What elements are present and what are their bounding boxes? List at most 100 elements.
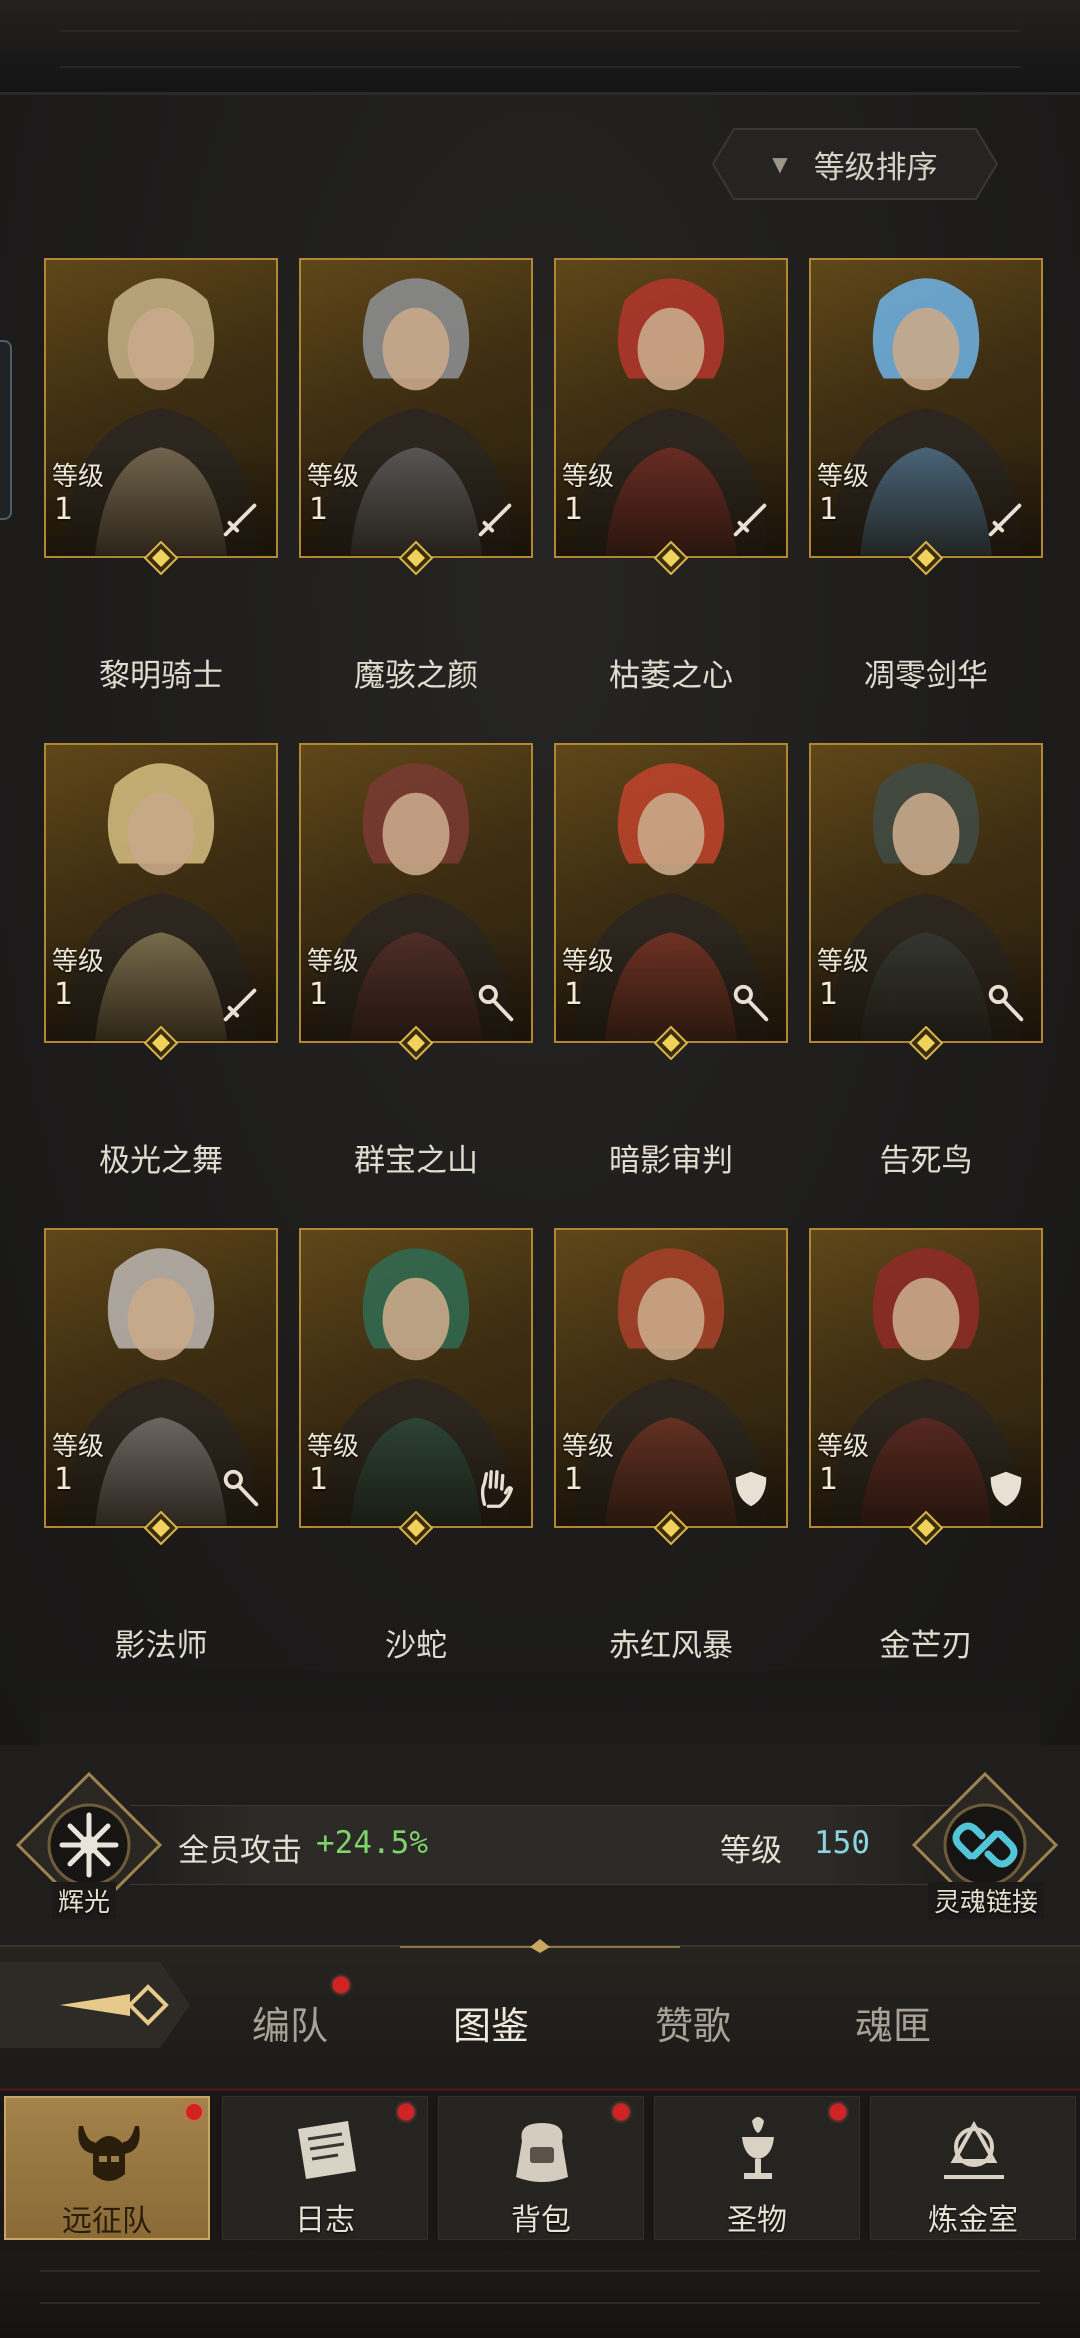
staff-icon	[988, 984, 1024, 1022]
hero-level-value: 1	[54, 977, 74, 1012]
rarity-gem-icon	[654, 1026, 688, 1060]
tab-codex[interactable]: 图鉴	[453, 1995, 529, 2050]
hero-name: 群宝之山	[354, 1143, 478, 1179]
hero-name: 影法师	[114, 1628, 208, 1664]
sword-icon	[733, 503, 767, 537]
soul-link-label: 灵魂链接	[928, 1882, 1045, 1919]
hero-level-label: 等级	[562, 462, 615, 492]
horned-helmet-icon	[78, 2126, 140, 2181]
scroll-icon	[298, 2121, 356, 2179]
hero-card[interactable]: 等级 1	[299, 743, 533, 1043]
hero-card[interactable]: 等级 1	[554, 258, 788, 558]
tab-formation[interactable]: 编队	[252, 1995, 328, 2050]
sword-icon	[223, 988, 257, 1022]
hero-level-label: 等级	[307, 462, 360, 492]
nav-backpack[interactable]: 背包	[438, 2096, 644, 2240]
nav-expedition-badge	[186, 2104, 202, 2120]
staff-icon	[478, 984, 514, 1022]
rarity-gem-icon	[399, 541, 433, 575]
nav-journal[interactable]: 日志	[222, 2096, 428, 2240]
sword-icon	[223, 503, 257, 537]
all-attack-value: +24.5%	[316, 1825, 428, 1861]
back-button[interactable]	[0, 1962, 190, 2048]
all-attack-label: 全员攻击	[178, 1833, 302, 1869]
rarity-gem-icon	[654, 541, 688, 575]
shield-icon	[990, 1471, 1022, 1507]
hero-name: 魔骇之颜	[354, 658, 478, 694]
hero-level-value: 1	[564, 977, 584, 1012]
hero-card[interactable]: 等级 1	[299, 258, 533, 558]
hero-name: 告死鸟	[879, 1143, 973, 1179]
rarity-gem-icon	[909, 541, 943, 575]
tab-formation-badge	[333, 1977, 349, 1993]
hero-name: 暗影审判	[609, 1143, 733, 1179]
hero-level-label: 等级	[562, 947, 615, 977]
sort-by-level-button[interactable]: ▼ 等级排序	[712, 128, 998, 200]
hero-name: 沙蛇	[385, 1628, 447, 1664]
hero-name: 极光之舞	[99, 1143, 223, 1179]
hero-level-label: 等级	[52, 462, 105, 492]
nav-expedition-label: 远征队	[62, 2204, 152, 2239]
hero-level-value: 1	[54, 1462, 74, 1497]
sort-label: 等级排序	[813, 149, 938, 186]
hero-card[interactable]: 等级 1	[554, 743, 788, 1043]
hero-card[interactable]: 等级 1	[44, 1228, 278, 1528]
tab-soul-box[interactable]: 魂匣	[855, 1995, 931, 2050]
alchemy-icon	[944, 2120, 1004, 2179]
hero-level-label: 等级	[817, 462, 870, 492]
hero-card[interactable]: 等级 1	[809, 743, 1043, 1043]
nav-relics-label: 圣物	[727, 2203, 787, 2238]
hero-level-value: 1	[309, 1462, 329, 1497]
hero-level-value: 1	[309, 977, 329, 1012]
rarity-gem-icon	[909, 1511, 943, 1545]
hero-row-partial	[40, 1670, 1040, 1750]
hero-level-value: 1	[54, 492, 74, 527]
hero-name: 黎明骑士	[99, 658, 223, 694]
top-decoration	[0, 0, 1080, 95]
sword-icon	[478, 503, 512, 537]
bottom-decoration	[0, 2250, 1080, 2338]
collection-level-value: 150	[814, 1825, 870, 1861]
rarity-gem-icon	[144, 1511, 178, 1545]
hero-card[interactable]: 等级 1	[809, 1228, 1043, 1528]
tab-hymn[interactable]: 赞歌	[655, 1995, 731, 2050]
hero-level-label: 等级	[52, 1432, 105, 1462]
hero-level-value: 1	[819, 977, 839, 1012]
hero-card[interactable]: 等级 1	[554, 1228, 788, 1528]
hero-level-label: 等级	[307, 947, 360, 977]
nav-journal-badge	[398, 2104, 414, 2120]
hero-level-label: 等级	[817, 1432, 870, 1462]
hero-level-label: 等级	[307, 1432, 360, 1462]
nav-relics-badge	[830, 2104, 846, 2120]
hero-name: 凋零剑华	[864, 658, 988, 694]
rarity-gem-icon	[144, 1026, 178, 1060]
nav-backpack-label: 背包	[511, 2203, 571, 2238]
hero-card[interactable]: 等级 1	[44, 743, 278, 1043]
hero-card[interactable]: 等级 1	[44, 258, 278, 558]
rarity-gem-icon	[144, 541, 178, 575]
nav-alchemy-label: 炼金室	[928, 2203, 1018, 2238]
nav-expedition[interactable]: 远征队	[4, 2096, 210, 2240]
hero-card[interactable]: 等级 1	[809, 258, 1043, 558]
hero-name: 赤红风暴	[609, 1628, 733, 1664]
rarity-gem-icon	[399, 1511, 433, 1545]
nav-backpack-badge	[613, 2104, 629, 2120]
radiance-label: 辉光	[52, 1882, 117, 1919]
hero-level-label: 等级	[817, 947, 870, 977]
hero-level-value: 1	[819, 1462, 839, 1497]
hero-level-label: 等级	[562, 1432, 615, 1462]
triangle-down-icon: ▼	[772, 152, 788, 176]
hero-level-value: 1	[564, 492, 584, 527]
shield-icon	[735, 1471, 767, 1507]
hero-card[interactable]: 等级 1	[299, 1228, 533, 1528]
chalice-icon	[742, 2117, 774, 2179]
sword-icon	[988, 503, 1022, 537]
side-drawer-handle[interactable]	[0, 340, 12, 520]
tab-ornament	[400, 1939, 680, 1953]
hero-level-label: 等级	[52, 947, 105, 977]
nav-relics[interactable]: 圣物	[654, 2096, 860, 2240]
nav-alchemy[interactable]: 炼金室	[870, 2096, 1076, 2240]
bag-icon	[516, 2123, 568, 2182]
rarity-gem-icon	[399, 1026, 433, 1060]
rarity-gem-icon	[909, 1026, 943, 1060]
